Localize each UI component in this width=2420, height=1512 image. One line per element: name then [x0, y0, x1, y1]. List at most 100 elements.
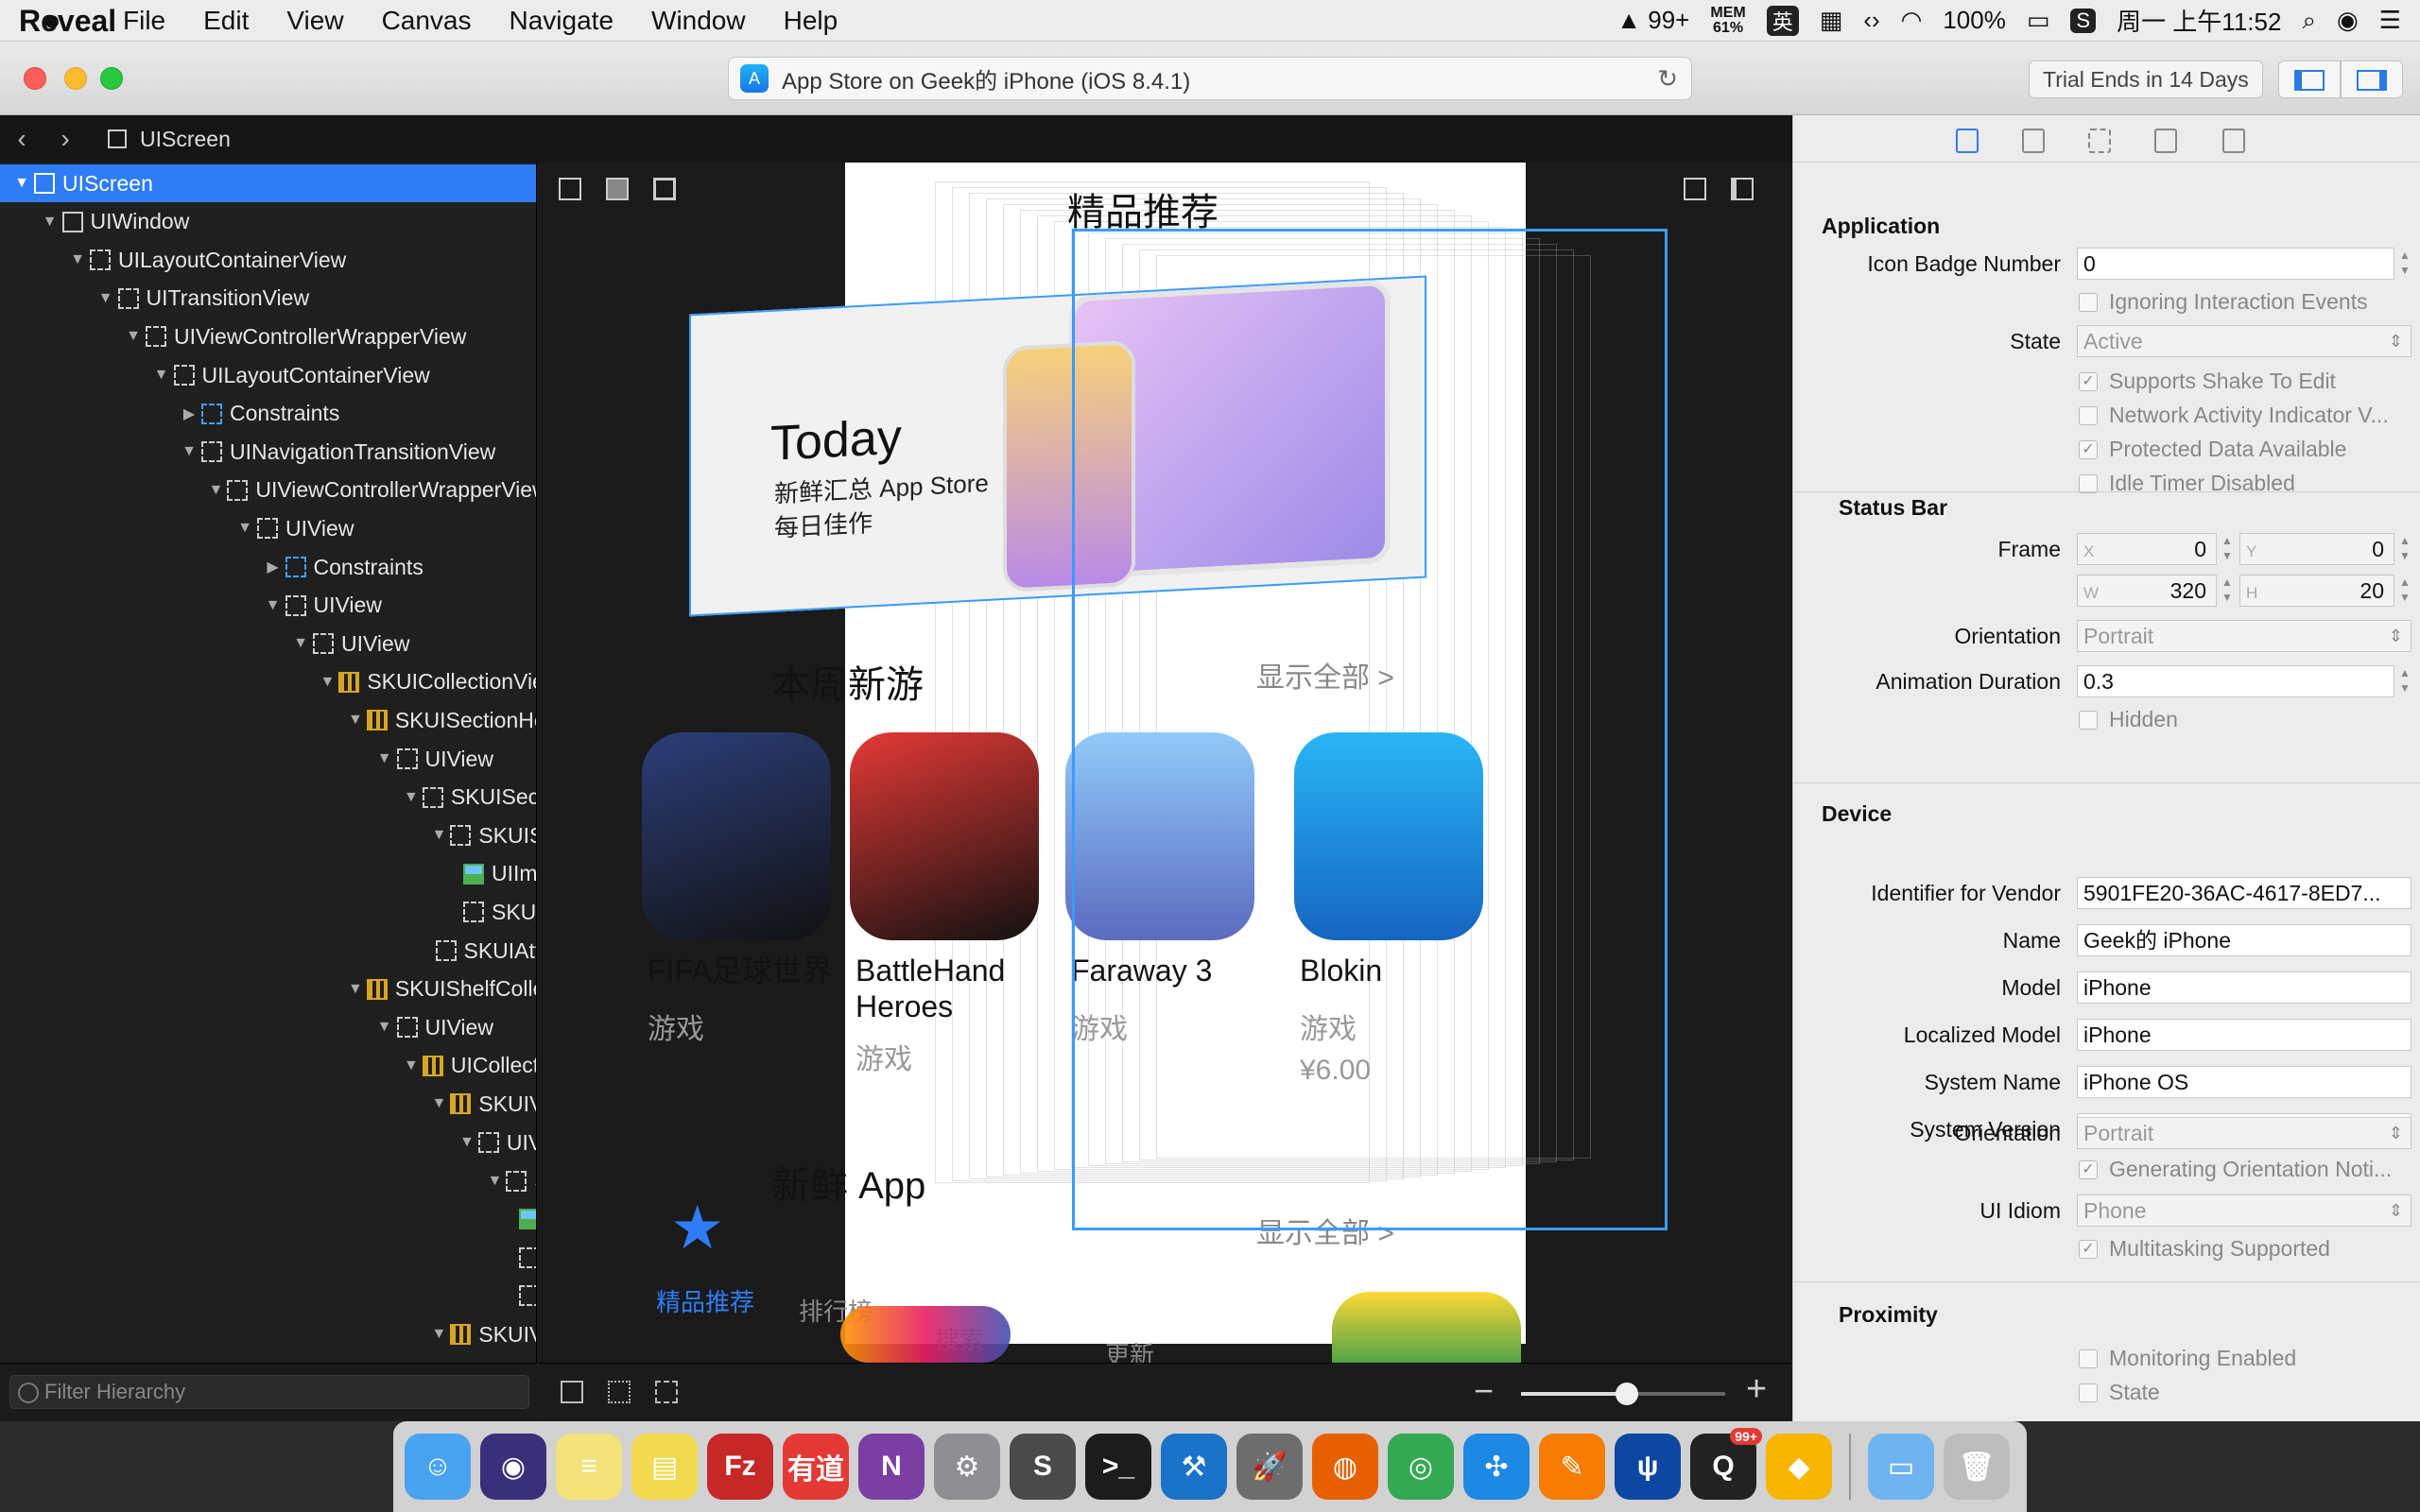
disclosure-open-icon[interactable]: ▼ [125, 328, 142, 345]
attributes-inspector-icon[interactable] [2088, 129, 2111, 153]
disclosure-open-icon[interactable]: ▼ [404, 789, 419, 806]
animation-duration-stepper[interactable]: ▲ ▼ [2396, 665, 2413, 697]
hierarchy-row[interactable]: ▶ Constraints [0, 395, 536, 433]
hierarchy-row[interactable]: SKUIAttrib [0, 893, 536, 931]
hierarchy-row[interactable]: SKUI/ [0, 1239, 536, 1277]
menu-item-edit[interactable]: Edit [184, 6, 268, 36]
app-icon[interactable] [850, 732, 1039, 940]
dock-stack-icon[interactable]: 🗑 [1944, 1434, 2010, 1500]
hierarchy-row[interactable]: ▼ UIScreen [0, 164, 536, 202]
hierarchy-row[interactable]: ▼ UILayoutContainerView [0, 241, 536, 279]
dock-app-icon[interactable]: ◉ [480, 1434, 546, 1500]
hierarchy-row[interactable]: ▼ SKUIVertica [0, 1085, 537, 1123]
frame-y-field[interactable]: Y0 [2239, 533, 2394, 565]
menu-app-name[interactable]: Reveal [0, 3, 135, 39]
app-name[interactable]: BattleHand Heroes [856, 953, 1045, 1024]
hierarchy-row[interactable]: ▶ Constraints [0, 548, 536, 586]
layout-inspector-icon[interactable] [2022, 129, 2045, 153]
hierarchy-row[interactable]: ▼UIView [0, 1354, 536, 1363]
dock-app-icon[interactable]: ◎ [1388, 1434, 1454, 1500]
device-orientation-popup[interactable]: Portrait ⇕ [2077, 1117, 2411, 1149]
hierarchy-row[interactable]: ▼UIView [0, 625, 536, 662]
hierarchy-row[interactable]: ▼ UIViewControllerWrapperView [0, 472, 537, 509]
icon-badge-field[interactable]: 0 [2077, 248, 2394, 280]
disclosure-open-icon[interactable]: ▼ [459, 1134, 475, 1151]
notification-center-icon[interactable]: ☰ [2379, 6, 2401, 35]
zoom-in-icon[interactable]: + [1746, 1369, 1767, 1410]
multitasking-checkbox[interactable]: ✓ Multitasking Supported [2079, 1236, 2330, 1262]
breadcrumb[interactable]: UIScreen [140, 127, 231, 152]
spotlight-icon[interactable]: ⌕ [2302, 6, 2316, 36]
hierarchy-row[interactable]: SKUIAttribut [0, 932, 536, 970]
dock-app-icon[interactable]: ✣ [1463, 1434, 1530, 1500]
dock-app-icon[interactable]: ψ [1615, 1434, 1681, 1500]
menu-item-navigate[interactable]: Navigate [491, 6, 633, 36]
monitoring-enabled-checkbox[interactable]: Monitoring Enabled [2079, 1346, 2296, 1371]
disclosure-open-icon[interactable]: ▼ [153, 367, 170, 384]
featured-tab-star-icon[interactable]: ★ [670, 1193, 724, 1263]
dock-app-icon[interactable]: ☺ [405, 1434, 471, 1500]
hierarchy-row[interactable]: ▼ UIWindow [0, 203, 536, 241]
disclosure-open-icon[interactable]: ▼ [376, 1019, 393, 1036]
app-selector[interactable]: A App Store on Geek的 iPhone (iOS 8.4.1) … [728, 57, 1692, 100]
trial-button[interactable]: Trial Ends in 14 Days [2029, 60, 2263, 98]
filter-hierarchy-input[interactable]: Filter Hierarchy [9, 1375, 529, 1409]
disclosure-open-icon[interactable]: ▼ [42, 214, 59, 231]
qq-status-icon[interactable]: ▲ 99+ [1616, 6, 1689, 35]
disclosure-closed-icon[interactable]: ▶ [181, 404, 198, 423]
close-button[interactable] [24, 67, 46, 90]
device-field-value[interactable]: Geek的 iPhone [2077, 924, 2411, 956]
mem-status[interactable]: MEM 61% [1710, 5, 1745, 36]
dock-app-icon[interactable]: 有道 [783, 1434, 849, 1500]
hierarchy-row[interactable]: ▼UIView [0, 509, 536, 547]
layers-inspector-icon[interactable] [2222, 129, 2245, 153]
disclosure-open-icon[interactable]: ▼ [13, 175, 30, 192]
frame-h-field[interactable]: H 20 [2239, 575, 2394, 607]
disclosure-open-icon[interactable]: ▼ [432, 1326, 447, 1343]
dock-app-icon[interactable]: >_ [1085, 1434, 1151, 1500]
device-field-value[interactable]: 5901FE20-36AC-4617-8ED7... [2077, 877, 2411, 909]
disclosure-open-icon[interactable]: ▼ [69, 251, 86, 268]
3d-layer-icon[interactable] [1731, 178, 1754, 200]
frame-w-stepper[interactable]: ▲ ▼ [2219, 575, 2236, 607]
app-icon[interactable] [642, 732, 831, 940]
dock-app-icon[interactable]: 🚀 [1236, 1434, 1303, 1500]
constraints-inspector-icon[interactable] [2154, 129, 2177, 153]
frame-x-stepper[interactable]: ▲ ▼ [2219, 533, 2236, 565]
identity-inspector-icon[interactable] [1956, 129, 1979, 153]
dock-app-icon[interactable]: ⚙ [934, 1434, 1000, 1500]
hierarchy-row[interactable]: ▼UIView [0, 740, 536, 778]
disclosure-open-icon[interactable]: ▼ [404, 1057, 419, 1074]
code-icon[interactable]: ‹› [1863, 6, 1879, 35]
state-popup[interactable]: Active ⇕ [2077, 325, 2411, 357]
menu-item-window[interactable]: Window [632, 6, 765, 36]
disclosure-open-icon[interactable]: ▼ [265, 597, 282, 614]
zoom-button[interactable] [100, 67, 123, 90]
wireframe-mode-icon[interactable] [559, 178, 581, 200]
frame-w-field[interactable]: W 320 [2077, 575, 2217, 607]
hierarchy-row[interactable]: ▼ SKUISectionHeade [0, 701, 536, 739]
app-name[interactable]: FIFA足球世界 [648, 953, 837, 988]
icon-badge-stepper[interactable]: ▲ ▼ [2396, 248, 2413, 280]
ui-idiom-popup[interactable]: Phone ⇕ [2077, 1194, 2411, 1227]
zoom-out-icon[interactable]: − [1474, 1371, 1494, 1411]
dock-stack-icon[interactable]: ▭ [1868, 1434, 1934, 1500]
tab-3[interactable]: 更新 [1105, 1336, 1154, 1363]
disclosure-open-icon[interactable]: ▼ [181, 443, 198, 460]
hierarchy-row[interactable]: ▼UIView [0, 1124, 536, 1161]
hierarchy-row[interactable]: ▼ UIViewControllerWrapperView [0, 318, 536, 355]
hierarchy-row[interactable]: ▼UIView [0, 587, 536, 625]
hierarchy-row[interactable]: ▼ SKUIShelfCollectio [0, 971, 536, 1008]
device-field-value[interactable]: iPhone OS [2077, 1066, 2411, 1098]
combined-mode-icon[interactable] [653, 178, 676, 200]
dock-app-icon[interactable]: Q 99+ [1690, 1428, 1762, 1500]
hierarchy-row[interactable]: ▼ SKUIVertica [0, 1315, 537, 1353]
hierarchy-row[interactable]: ▼ SKUIVer [0, 1162, 537, 1200]
keyboard-layer-icon[interactable] [608, 1381, 631, 1403]
show-outlines-icon[interactable] [655, 1381, 678, 1403]
device-field-value[interactable]: iPhone [2077, 971, 2411, 1004]
frame-y-stepper[interactable]: ▲ ▼ [2396, 533, 2413, 565]
reload-icon[interactable]: ↻ [1657, 64, 1678, 94]
hierarchy-row[interactable]: ▼ UICollectionVi [0, 1047, 536, 1085]
toggle-left-panel-button[interactable] [2278, 60, 2341, 98]
